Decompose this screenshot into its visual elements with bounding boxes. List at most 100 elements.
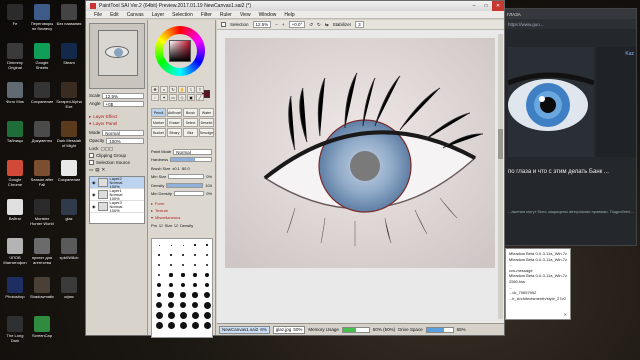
- brush-size-preset[interactable]: [189, 301, 201, 309]
- misc-section[interactable]: ▾ Miscellaneous: [151, 214, 212, 221]
- desktop-shortcut[interactable]: Fe: [2, 2, 28, 38]
- navigator-preview[interactable]: [89, 23, 145, 89]
- magic-wand-icon[interactable]: ✦: [160, 94, 168, 101]
- brush-size-preset[interactable]: [189, 271, 201, 279]
- brush-size-preset[interactable]: [153, 321, 165, 329]
- menu-view[interactable]: View: [240, 12, 251, 18]
- brush-size-preset[interactable]: [189, 291, 201, 299]
- brush-size-preset[interactable]: [189, 261, 201, 269]
- selection-checkbox[interactable]: [221, 22, 226, 27]
- desktop-shortcut[interactable]: Monster Hunter World: [29, 197, 55, 233]
- brush-size-multiplier[interactable]: x0.1: [172, 166, 180, 171]
- brush-size-preset[interactable]: [177, 251, 189, 259]
- brush-bucket[interactable]: Bucket: [151, 128, 166, 137]
- desktop-shortcut[interactable]: Таблицы: [2, 119, 28, 155]
- brush-select[interactable]: Select: [183, 118, 198, 127]
- brush-size-value[interactable]: 80.0: [182, 166, 190, 171]
- brush-size-preset[interactable]: [189, 281, 201, 289]
- brush-size-preset[interactable]: [201, 321, 213, 329]
- desktop-shortcut[interactable]: The Long Dark: [2, 314, 28, 350]
- brush-size-preset[interactable]: [201, 281, 213, 289]
- rotate-icon[interactable]: ↻: [169, 86, 177, 93]
- hand-icon[interactable]: ✋: [178, 86, 186, 93]
- desktop-shortcut[interactable]: Сохранение: [56, 158, 82, 194]
- brush-size-preset[interactable]: [201, 241, 213, 249]
- selection-source-row[interactable]: Selection Source: [89, 159, 144, 166]
- brush-smudge[interactable]: Smudge: [199, 128, 214, 137]
- brush-size-preset[interactable]: [201, 291, 213, 299]
- brush-size-preset[interactable]: [189, 311, 201, 319]
- zoom-field[interactable]: 12.5%: [252, 21, 272, 28]
- brush-binary[interactable]: Binary: [167, 128, 182, 137]
- lock-icon[interactable]: ▢▢▢: [101, 146, 114, 152]
- desktop-shortcut[interactable]: ЧПОВ Магнитофон: [2, 236, 28, 272]
- document-tab-glaz[interactable]: glaz.jpg 50%: [272, 325, 306, 334]
- canvas-area[interactable]: Selection 12.5% − + +0.0° ↺ ↻ ⇆ Stabiliz…: [217, 20, 504, 323]
- minimize-button[interactable]: –: [468, 1, 480, 11]
- stabilizer-select[interactable]: 3: [355, 21, 364, 28]
- layer-effect-header[interactable]: ▸ Layer Effect: [89, 113, 144, 120]
- browser-window[interactable]: ГЛАЗА https://www.goo... Kaz по глаза и …: [503, 8, 637, 246]
- maximize-button[interactable]: □: [480, 1, 492, 11]
- delete-layer-icon[interactable]: ✕: [102, 167, 106, 173]
- brush-size-preset[interactable]: [153, 281, 165, 289]
- menu-filter[interactable]: Filter: [201, 12, 212, 18]
- brush-size-preset[interactable]: [177, 241, 189, 249]
- scale-field[interactable]: 12.5%: [102, 92, 144, 99]
- desktop-shortcut[interactable]: Dimmmy Original: [2, 41, 28, 77]
- menu-ruler[interactable]: Ruler: [220, 12, 232, 18]
- rotate-left-icon[interactable]: ↺: [309, 22, 313, 28]
- artboard[interactable]: [225, 38, 495, 268]
- brush-size-preset[interactable]: [153, 301, 165, 309]
- brush-size-preset[interactable]: [153, 251, 165, 259]
- browser-eye-image[interactable]: [508, 47, 594, 157]
- desktop-shortcut[interactable]: Dark Messiah of Might: [56, 119, 82, 155]
- rotate-right-icon[interactable]: ↻: [317, 22, 321, 28]
- menu-canvas[interactable]: Canvas: [127, 12, 144, 18]
- lasso-icon[interactable]: ◌: [151, 94, 159, 101]
- browser-tab[interactable]: ГЛАЗА: [504, 9, 636, 19]
- saturation-value-square[interactable]: [169, 40, 191, 62]
- layer-panel-header[interactable]: ▾ Layer Panel: [89, 120, 144, 127]
- eye-icon[interactable]: ◉: [92, 192, 96, 197]
- eye-icon[interactable]: ◉: [92, 180, 96, 185]
- size-checkbox[interactable]: ☑: [159, 223, 163, 228]
- desktop-shortcut[interactable]: Без названия: [56, 2, 82, 38]
- brush-deselct[interactable]: Deselct: [199, 118, 214, 127]
- document-tab-newcanvas[interactable]: NewCanvas1.sai2 6%: [219, 325, 270, 334]
- close-button[interactable]: ✕: [492, 1, 504, 11]
- brush-size-preset[interactable]: [153, 291, 165, 299]
- brush-size-preset[interactable]: [165, 301, 177, 309]
- brush-size-preset[interactable]: [153, 311, 165, 319]
- brush-size-preset[interactable]: [165, 241, 177, 249]
- desktop-shortcut[interactable]: Google Chrome: [2, 158, 28, 194]
- menu-layer[interactable]: Layer: [152, 12, 165, 18]
- menu-selection[interactable]: Selection: [172, 12, 193, 18]
- paint-mode-select[interactable]: Normal: [173, 148, 212, 155]
- canvas-vertical-scrollbar[interactable]: [498, 34, 503, 319]
- brush-size-preset[interactable]: [165, 291, 177, 299]
- brush-size-preset[interactable]: [177, 301, 189, 309]
- form-section[interactable]: ▸ Form: [151, 200, 212, 207]
- brush-size-preset[interactable]: [177, 311, 189, 319]
- select-rect-icon[interactable]: ▭: [169, 94, 177, 101]
- browser-headline[interactable]: по глаза и что с этим делать Банк ...: [508, 169, 636, 177]
- desktop-shortcut[interactable]: Вайтаг: [2, 197, 28, 233]
- desktop-shortcut[interactable]: офис: [56, 275, 82, 311]
- brush-size-preset[interactable]: [165, 251, 177, 259]
- brush-size-preset[interactable]: [153, 261, 165, 269]
- brush-size-preset[interactable]: [153, 241, 165, 249]
- move-icon[interactable]: ✥: [151, 86, 159, 93]
- min-density-slider[interactable]: [173, 191, 205, 196]
- desktop-shortcut[interactable]: Photoshop: [2, 275, 28, 311]
- new-layer-icon[interactable]: ▭: [89, 167, 93, 173]
- desktop-shortcut[interactable]: Season after Fall: [29, 158, 55, 194]
- eye-icon[interactable]: ◉: [92, 204, 96, 209]
- desktop-shortcut[interactable]: Переговоры по бизнесу: [29, 2, 55, 38]
- browser-address-bar[interactable]: https://www.goo...: [504, 19, 636, 29]
- brush-size-preset[interactable]: [201, 251, 213, 259]
- clipping-group-row[interactable]: Clipping Group: [89, 152, 144, 159]
- brush-size-preset[interactable]: [201, 261, 213, 269]
- text-icon[interactable]: T: [196, 86, 204, 93]
- brush-size-preset[interactable]: [165, 311, 177, 319]
